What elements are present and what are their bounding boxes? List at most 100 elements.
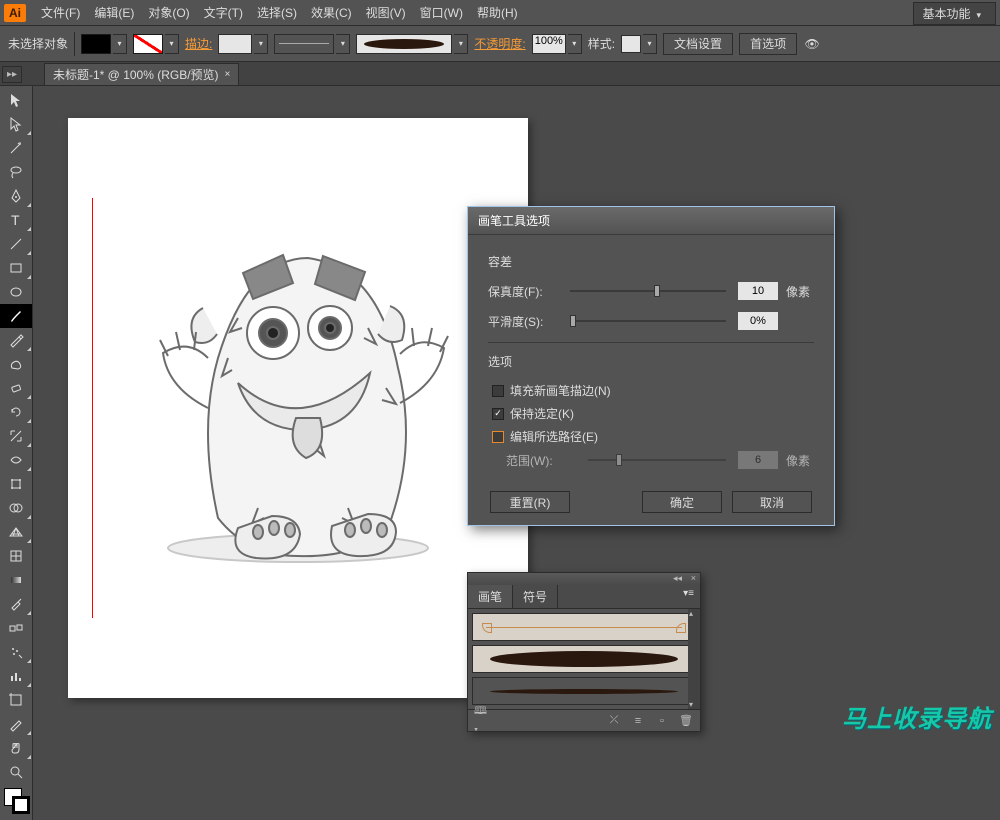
gradient-tool[interactable]	[0, 568, 32, 592]
blob-brush-tool[interactable]	[0, 352, 32, 376]
opacity-input[interactable]: 100%	[532, 34, 566, 54]
smoothness-value[interactable]: 0%	[738, 312, 778, 330]
brush-list-item[interactable]	[472, 613, 696, 641]
tools-panel: T	[0, 86, 33, 820]
menu-object[interactable]: 对象(O)	[141, 0, 196, 26]
artboard[interactable]	[68, 118, 528, 698]
smoothness-slider[interactable]	[570, 320, 726, 322]
symbols-tab[interactable]: 符号	[513, 585, 558, 608]
smoothness-label: 平滑度(S):	[488, 313, 558, 330]
eraser-tool[interactable]	[0, 376, 32, 400]
shape-builder-tool[interactable]	[0, 496, 32, 520]
new-brush-icon[interactable]: ▫	[654, 714, 670, 728]
pen-tool[interactable]	[0, 184, 32, 208]
lasso-tool[interactable]	[0, 160, 32, 184]
menu-type[interactable]: 文字(T)	[197, 0, 250, 26]
stroke-weight-input[interactable]	[218, 34, 252, 54]
cancel-button[interactable]: 取消	[732, 491, 812, 513]
brush-list-item[interactable]	[472, 645, 696, 673]
artboard-tool[interactable]	[0, 688, 32, 712]
panel-menu-icon[interactable]: ▾≡	[677, 585, 700, 608]
brushes-panel: ◂◂ × 画笔 符号 ▾≡ 🕮▾ ⤫ ≡ ▫ 🗑	[467, 572, 701, 732]
direct-selection-tool[interactable]	[0, 112, 32, 136]
gear-icon[interactable]: 👁	[803, 35, 821, 53]
range-slider	[588, 459, 726, 461]
menu-file[interactable]: 文件(F)	[34, 0, 87, 26]
brush-list-item[interactable]	[472, 677, 696, 705]
rectangle-tool[interactable]	[0, 256, 32, 280]
document-tab[interactable]: 未标题-1* @ 100% (RGB/预览) ×	[44, 63, 239, 85]
graphic-style-swatch[interactable]	[621, 35, 641, 53]
scale-tool[interactable]	[0, 424, 32, 448]
workspace-switcher[interactable]: 基本功能	[913, 2, 996, 25]
paintbrush-tool[interactable]	[0, 304, 32, 328]
line-segment-tool[interactable]	[0, 232, 32, 256]
menu-select[interactable]: 选择(S)	[250, 0, 304, 26]
svg-text:T: T	[11, 212, 20, 228]
rotate-tool[interactable]	[0, 400, 32, 424]
fidelity-unit: 像素	[786, 283, 814, 300]
reset-button[interactable]: 重置(R)	[490, 491, 570, 513]
delete-brush-icon[interactable]: 🗑	[678, 714, 694, 728]
range-value: 6	[738, 451, 778, 469]
close-tab-icon[interactable]: ×	[225, 69, 231, 80]
column-graph-tool[interactable]	[0, 664, 32, 688]
keep-selected-checkbox[interactable]	[492, 408, 504, 420]
brush-definition[interactable]	[356, 34, 452, 54]
stroke-label[interactable]: 描边:	[185, 35, 212, 52]
fill-dropdown[interactable]: ▾	[113, 34, 127, 54]
menu-view[interactable]: 视图(V)	[359, 0, 413, 26]
remove-brush-stroke-icon[interactable]: ⤫	[606, 714, 622, 728]
stroke-profile-dropdown[interactable]: ▾	[336, 34, 350, 54]
slice-tool[interactable]	[0, 712, 32, 736]
type-tool[interactable]: T	[0, 208, 32, 232]
panel-close-icon[interactable]: ×	[691, 573, 696, 583]
watermark-text: 马上收录导航	[842, 699, 992, 734]
fill-stroke-indicator[interactable]	[0, 786, 32, 820]
fill-new-strokes-checkbox[interactable]	[492, 385, 504, 397]
pencil-tool[interactable]	[0, 328, 32, 352]
menu-effect[interactable]: 效果(C)	[304, 0, 359, 26]
brush-libraries-icon[interactable]: 🕮▾	[474, 714, 490, 728]
brush-definition-dropdown[interactable]: ▾	[454, 34, 468, 54]
guide-line[interactable]	[92, 198, 93, 618]
eyedropper-tool[interactable]	[0, 592, 32, 616]
panel-collapse-icon[interactable]: ◂◂	[673, 573, 682, 584]
opacity-dropdown[interactable]: ▾	[568, 34, 582, 54]
zoom-tool[interactable]	[0, 760, 32, 784]
panel-drag-bar[interactable]: ◂◂ ×	[468, 573, 700, 585]
preferences-button[interactable]: 首选项	[739, 33, 797, 55]
selection-tool[interactable]	[0, 88, 32, 112]
symbol-sprayer-tool[interactable]	[0, 640, 32, 664]
stroke-profile[interactable]	[274, 34, 334, 54]
app-logo: Ai	[4, 4, 26, 22]
stroke-weight-dropdown[interactable]: ▾	[254, 34, 268, 54]
stroke-swatch[interactable]	[133, 34, 163, 54]
dialog-titlebar[interactable]: 画笔工具选项	[468, 207, 834, 235]
mesh-tool[interactable]	[0, 544, 32, 568]
brushes-tab[interactable]: 画笔	[468, 585, 513, 608]
magic-wand-tool[interactable]	[0, 136, 32, 160]
menu-help[interactable]: 帮助(H)	[470, 0, 525, 26]
ellipse-tool[interactable]	[0, 280, 32, 304]
selection-status: 未选择对象	[8, 35, 68, 52]
fidelity-value[interactable]: 10	[738, 282, 778, 300]
menu-window[interactable]: 窗口(W)	[413, 0, 470, 26]
stroke-dropdown[interactable]: ▾	[165, 34, 179, 54]
brush-options-icon[interactable]: ≡	[630, 714, 646, 728]
free-transform-tool[interactable]	[0, 472, 32, 496]
graphic-style-dropdown[interactable]: ▾	[643, 34, 657, 54]
width-tool[interactable]	[0, 448, 32, 472]
fidelity-slider[interactable]	[570, 290, 726, 292]
document-setup-button[interactable]: 文档设置	[663, 33, 733, 55]
expand-panels-icon[interactable]: ▸▸	[2, 66, 22, 83]
ok-button[interactable]: 确定	[642, 491, 722, 513]
menu-edit[interactable]: 编辑(E)	[87, 0, 141, 26]
panel-scrollbar[interactable]	[688, 609, 700, 709]
placed-sketch-image	[108, 178, 488, 598]
edit-selected-paths-checkbox[interactable]	[492, 431, 504, 443]
blend-tool[interactable]	[0, 616, 32, 640]
opacity-label[interactable]: 不透明度:	[474, 35, 525, 52]
perspective-grid-tool[interactable]	[0, 520, 32, 544]
fill-swatch[interactable]	[81, 34, 111, 54]
